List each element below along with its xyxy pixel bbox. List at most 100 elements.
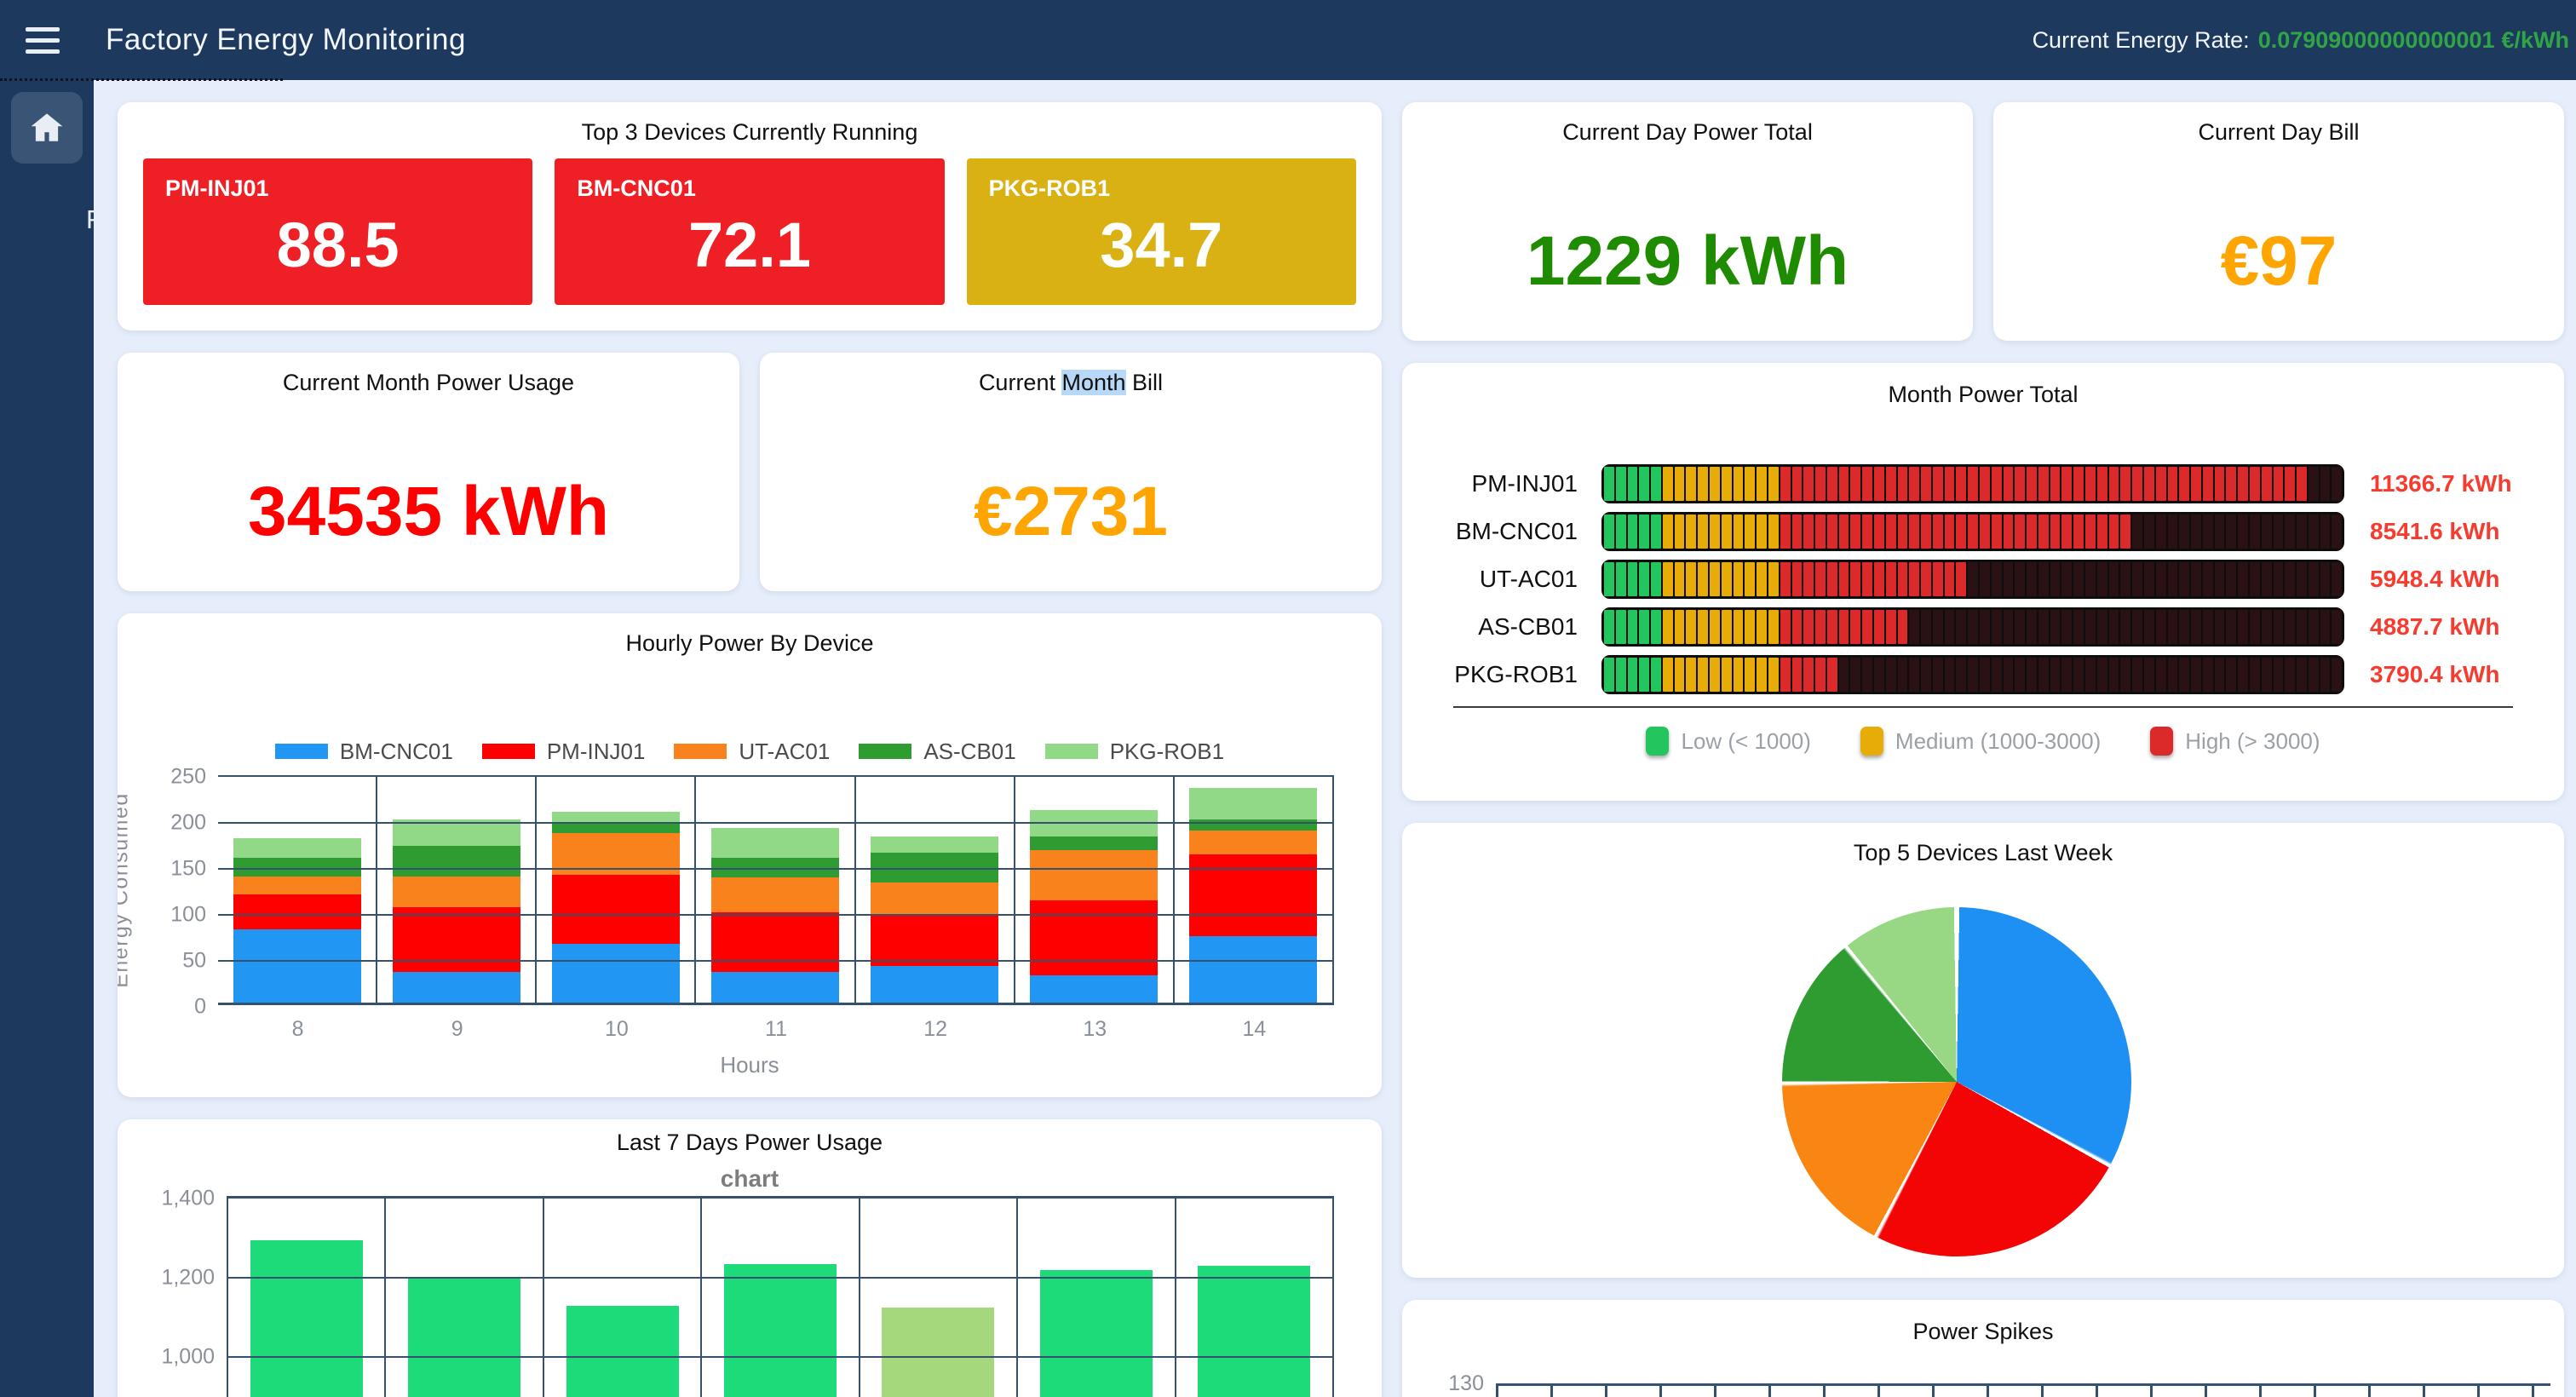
bar-segment xyxy=(1686,467,1696,501)
bar-segment xyxy=(2120,610,2130,644)
bar-segment xyxy=(1675,467,1685,501)
bar-segment xyxy=(1850,562,1860,596)
bar-segment xyxy=(2274,610,2284,644)
bar-segment xyxy=(1992,515,2002,549)
x-tick: 11 xyxy=(696,1017,855,1042)
bar-segment-BM-CNC01 xyxy=(393,972,520,1003)
power-spikes-card: Power Spikes 130 xyxy=(1402,1300,2564,1397)
bar-segment-BM-CNC01 xyxy=(871,966,998,1003)
month-stats-row: Current Month Power Usage 34535 kWh Curr… xyxy=(118,353,1382,591)
bar-segment xyxy=(1898,515,1908,549)
bar-group xyxy=(1176,1199,1334,1397)
menu-icon[interactable] xyxy=(26,27,60,54)
bar-segment xyxy=(1827,515,1837,549)
bar-segment xyxy=(1956,515,1966,549)
bar-segment-PM-INJ01 xyxy=(552,875,680,944)
stacked-bar xyxy=(1189,788,1317,1003)
bar-segment xyxy=(2050,658,2061,692)
device-tile: PM-INJ0188.5 xyxy=(143,158,532,305)
bar-segment xyxy=(2285,562,2295,596)
bar-segment xyxy=(2061,467,2072,501)
bar-segment xyxy=(2262,562,2272,596)
bar-segment xyxy=(1734,467,1744,501)
bar-segment xyxy=(1780,658,1791,692)
bar-segment xyxy=(1616,610,1626,644)
bar-segment xyxy=(1757,467,1767,501)
bar-segment xyxy=(1803,610,1814,644)
legend-item: AS-CB01 xyxy=(859,739,1015,765)
bar-segment xyxy=(2250,610,2260,644)
bar-segment xyxy=(2250,562,2260,596)
bar-segment xyxy=(1639,658,1649,692)
bar-segment xyxy=(1628,562,1638,596)
bar-segment xyxy=(1675,658,1685,692)
focus-dotted-line xyxy=(0,78,283,81)
x-tick: 12 xyxy=(856,1017,1015,1042)
bar-segment xyxy=(1898,562,1908,596)
selected-text: Month xyxy=(1061,370,1125,395)
bar-segment xyxy=(1722,467,1732,501)
bar-group xyxy=(218,777,377,1003)
bar-segment xyxy=(1886,467,1896,501)
bar-segment xyxy=(2027,658,2037,692)
bar-segment xyxy=(1663,515,1673,549)
bar-segment xyxy=(1921,610,1931,644)
legend-swatch xyxy=(2150,727,2173,756)
legend-label: PM-INJ01 xyxy=(547,739,646,765)
bar-segment xyxy=(2297,562,2307,596)
y-axis-label: Energy Consumed xyxy=(118,792,134,988)
sidebar-item-home[interactable] xyxy=(11,92,83,164)
bar-segment xyxy=(1909,658,1919,692)
bar-segment xyxy=(1604,610,1614,644)
bar-segment xyxy=(1886,658,1896,692)
bar-segment xyxy=(1757,562,1767,596)
bar-group xyxy=(702,1199,860,1397)
chart-title: Last 7 Days Power Usage xyxy=(118,1119,1382,1157)
card-title: Top 3 Devices Currently Running xyxy=(118,102,1382,148)
bar-segment xyxy=(1980,658,1990,692)
gridline xyxy=(227,1277,1334,1279)
bar-segment xyxy=(2156,562,2166,596)
bar-segment xyxy=(2015,658,2025,692)
bar-segment xyxy=(2250,658,2260,692)
bar-segment-AS-CB01 xyxy=(1030,836,1158,850)
y-tick: 50 xyxy=(182,949,206,974)
card-title: Current Month Bill xyxy=(760,353,1382,399)
segmented-bar xyxy=(1601,464,2344,503)
x-axis-label: Hours xyxy=(118,1052,1382,1078)
bar-segment xyxy=(2085,610,2096,644)
bar-segment xyxy=(2203,658,2213,692)
current-energy-rate: Current Energy Rate:0.07909000000000001€… xyxy=(2033,27,2569,54)
bar-segment xyxy=(2320,515,2331,549)
bar-segment xyxy=(1628,515,1638,549)
bar-segment-UT-AC01 xyxy=(1189,831,1317,854)
bar-segment xyxy=(2109,515,2119,549)
bar-segment xyxy=(2332,658,2342,692)
legend-item: High (> 3000) xyxy=(2150,727,2320,756)
bar-segment xyxy=(2132,515,2142,549)
bar-segment xyxy=(2332,515,2342,549)
day-stats-row: Current Day Power Total 1229 kWh Current… xyxy=(1402,102,2564,341)
y-tick: 1,200 xyxy=(161,1266,215,1291)
bar-segment xyxy=(1933,658,1943,692)
device-label: UT-AC01 xyxy=(1431,566,1578,593)
bar-segment xyxy=(1675,562,1685,596)
bar-segment-BM-CNC01 xyxy=(1030,975,1158,1003)
card-title: Month Power Total xyxy=(1402,363,2564,409)
bar-segment xyxy=(2226,562,2236,596)
bar-segment xyxy=(1968,515,1978,549)
bar xyxy=(408,1278,520,1397)
bar-group xyxy=(1175,777,1334,1003)
bar-segment xyxy=(1663,658,1673,692)
bar-segment xyxy=(1604,658,1614,692)
bar-segment-PKG-ROB1 xyxy=(1189,788,1317,819)
device-kwh-value: 4887.7 kWh xyxy=(2370,613,2532,641)
bar-segment xyxy=(1992,658,2002,692)
bar-segment xyxy=(1992,562,2002,596)
bar-segment xyxy=(1639,610,1649,644)
bar-segment xyxy=(2332,610,2342,644)
bar-segment xyxy=(1780,562,1791,596)
legend-item: Low (< 1000) xyxy=(1646,727,1810,756)
bar-segment xyxy=(2061,658,2072,692)
legend-swatch xyxy=(674,744,727,759)
